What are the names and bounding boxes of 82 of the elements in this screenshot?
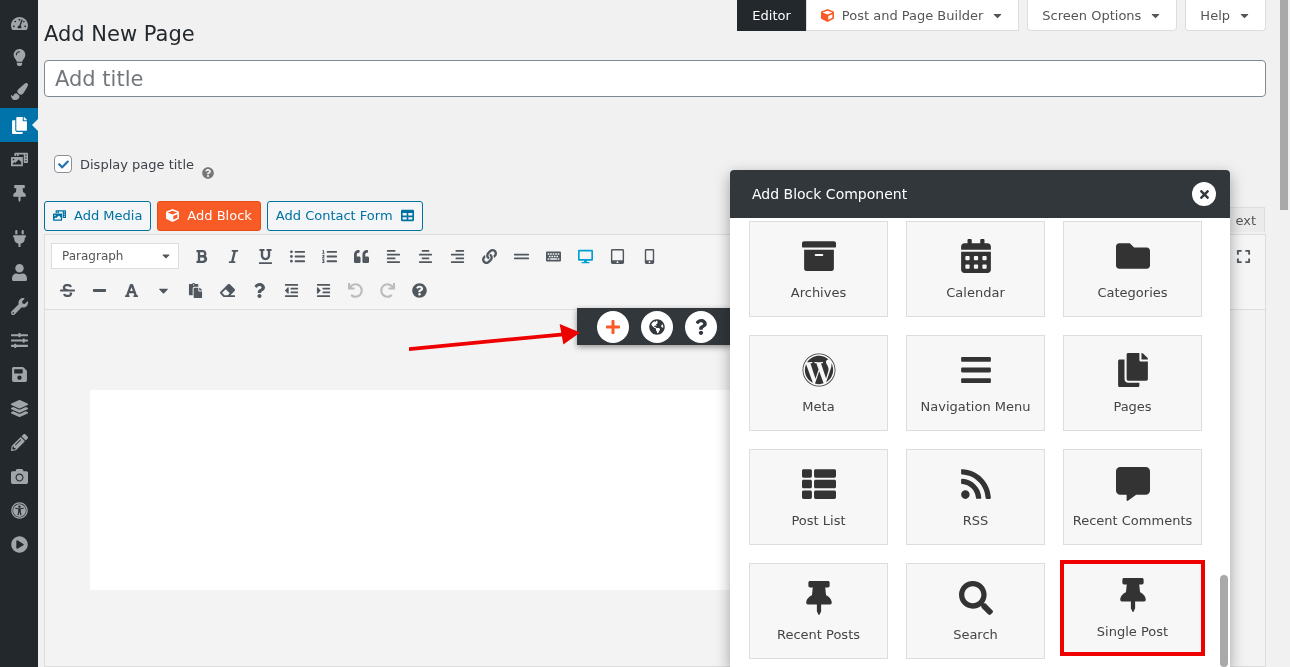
title-field[interactable]: Add title bbox=[44, 60, 1266, 97]
comment-icon bbox=[1115, 466, 1150, 501]
layers-icon bbox=[10, 399, 28, 417]
plug-icon bbox=[10, 229, 28, 247]
block-tile[interactable]: Meta bbox=[749, 335, 888, 431]
link-icon[interactable] bbox=[481, 248, 497, 264]
header-tab[interactable]: Editor bbox=[737, 0, 806, 31]
form-icon bbox=[400, 209, 414, 222]
block-tile[interactable]: Recent Posts bbox=[749, 563, 888, 659]
add-button[interactable] bbox=[597, 310, 629, 343]
indent-icon[interactable] bbox=[315, 282, 331, 298]
scrollbar-thumb[interactable] bbox=[1280, 0, 1288, 210]
header-tab[interactable]: Post and Page Builder bbox=[805, 0, 1020, 31]
sidebar-item[interactable] bbox=[0, 108, 38, 142]
align-center-icon[interactable] bbox=[417, 248, 433, 264]
bullet-list-icon[interactable] bbox=[289, 248, 305, 264]
block-tile[interactable]: Pages bbox=[1063, 335, 1202, 431]
builder-logo-icon bbox=[820, 8, 834, 22]
user-icon bbox=[10, 263, 28, 281]
block-tile[interactable]: Post List bbox=[749, 449, 888, 545]
desktop-icon[interactable] bbox=[577, 248, 593, 264]
globe-button[interactable] bbox=[641, 310, 673, 343]
play-icon bbox=[10, 535, 28, 553]
outdent-icon[interactable] bbox=[283, 282, 299, 298]
block-tile[interactable]: Recent Comments bbox=[1063, 449, 1202, 545]
wrench-icon bbox=[10, 297, 28, 315]
media-icon bbox=[53, 209, 66, 222]
list-icon bbox=[801, 466, 836, 501]
search-icon bbox=[958, 580, 993, 615]
scrollbar-thumb[interactable] bbox=[1220, 575, 1228, 667]
pages-icon bbox=[10, 116, 28, 134]
globe-icon bbox=[649, 318, 665, 335]
page-title: Add New Page bbox=[44, 22, 195, 46]
underline-icon[interactable] bbox=[257, 248, 273, 264]
quote-icon[interactable] bbox=[353, 248, 369, 264]
header-button[interactable]: Screen Options bbox=[1027, 0, 1178, 31]
eraser-icon[interactable] bbox=[219, 282, 235, 298]
block-tile[interactable]: Archives bbox=[749, 221, 888, 317]
pin-icon bbox=[10, 184, 28, 202]
wordpress-logo-icon bbox=[801, 352, 836, 387]
block-tile[interactable]: RSS bbox=[906, 449, 1045, 545]
help-icon[interactable] bbox=[411, 282, 427, 298]
tablet-icon[interactable] bbox=[609, 248, 625, 264]
close-button[interactable] bbox=[1192, 182, 1216, 206]
header-button[interactable]: Help bbox=[1185, 0, 1266, 31]
text-color-icon[interactable] bbox=[123, 282, 139, 298]
align-right-icon[interactable] bbox=[449, 248, 465, 264]
plus-icon bbox=[605, 318, 621, 335]
media-icon bbox=[10, 150, 28, 168]
align-left-icon[interactable] bbox=[385, 248, 401, 264]
strikethrough-icon[interactable] bbox=[59, 282, 75, 298]
block-tile[interactable]: Search bbox=[906, 563, 1045, 659]
pencil-icon bbox=[10, 433, 28, 451]
fullscreen-icon[interactable] bbox=[1235, 248, 1251, 264]
numbered-list-icon[interactable] bbox=[321, 248, 337, 264]
media-button[interactable]: Add Media bbox=[44, 200, 152, 231]
block-tile[interactable]: Navigation Menu bbox=[906, 335, 1045, 431]
media-button[interactable]: Add Contact Form bbox=[266, 200, 423, 231]
modal-title: Add Block Component bbox=[752, 186, 908, 202]
block-tile[interactable]: Calendar bbox=[906, 221, 1045, 317]
calendar-icon bbox=[958, 238, 993, 273]
sliders-icon bbox=[10, 331, 28, 349]
checkbox-label: Display page title bbox=[80, 156, 195, 172]
pages-icon bbox=[1115, 352, 1150, 387]
help-icon[interactable] bbox=[202, 167, 215, 179]
brush-icon bbox=[10, 82, 28, 100]
camera-icon bbox=[10, 467, 28, 485]
rss-icon bbox=[958, 466, 993, 501]
block-tile[interactable]: Single Post bbox=[1060, 560, 1205, 656]
archive-box-icon bbox=[801, 238, 836, 273]
help-button[interactable] bbox=[685, 310, 717, 343]
checkbox[interactable] bbox=[54, 155, 72, 173]
cube-icon bbox=[166, 209, 180, 222]
paste-icon[interactable] bbox=[187, 282, 203, 298]
checkmark-icon bbox=[57, 158, 69, 170]
block-tile[interactable]: Categories bbox=[1063, 221, 1202, 317]
format-select[interactable]: Paragraph bbox=[51, 243, 179, 269]
dashboard-icon bbox=[10, 14, 28, 32]
close-icon bbox=[1197, 187, 1211, 201]
help-icon bbox=[693, 318, 709, 335]
bold-icon[interactable] bbox=[193, 248, 209, 264]
accessibility-icon bbox=[10, 501, 28, 519]
